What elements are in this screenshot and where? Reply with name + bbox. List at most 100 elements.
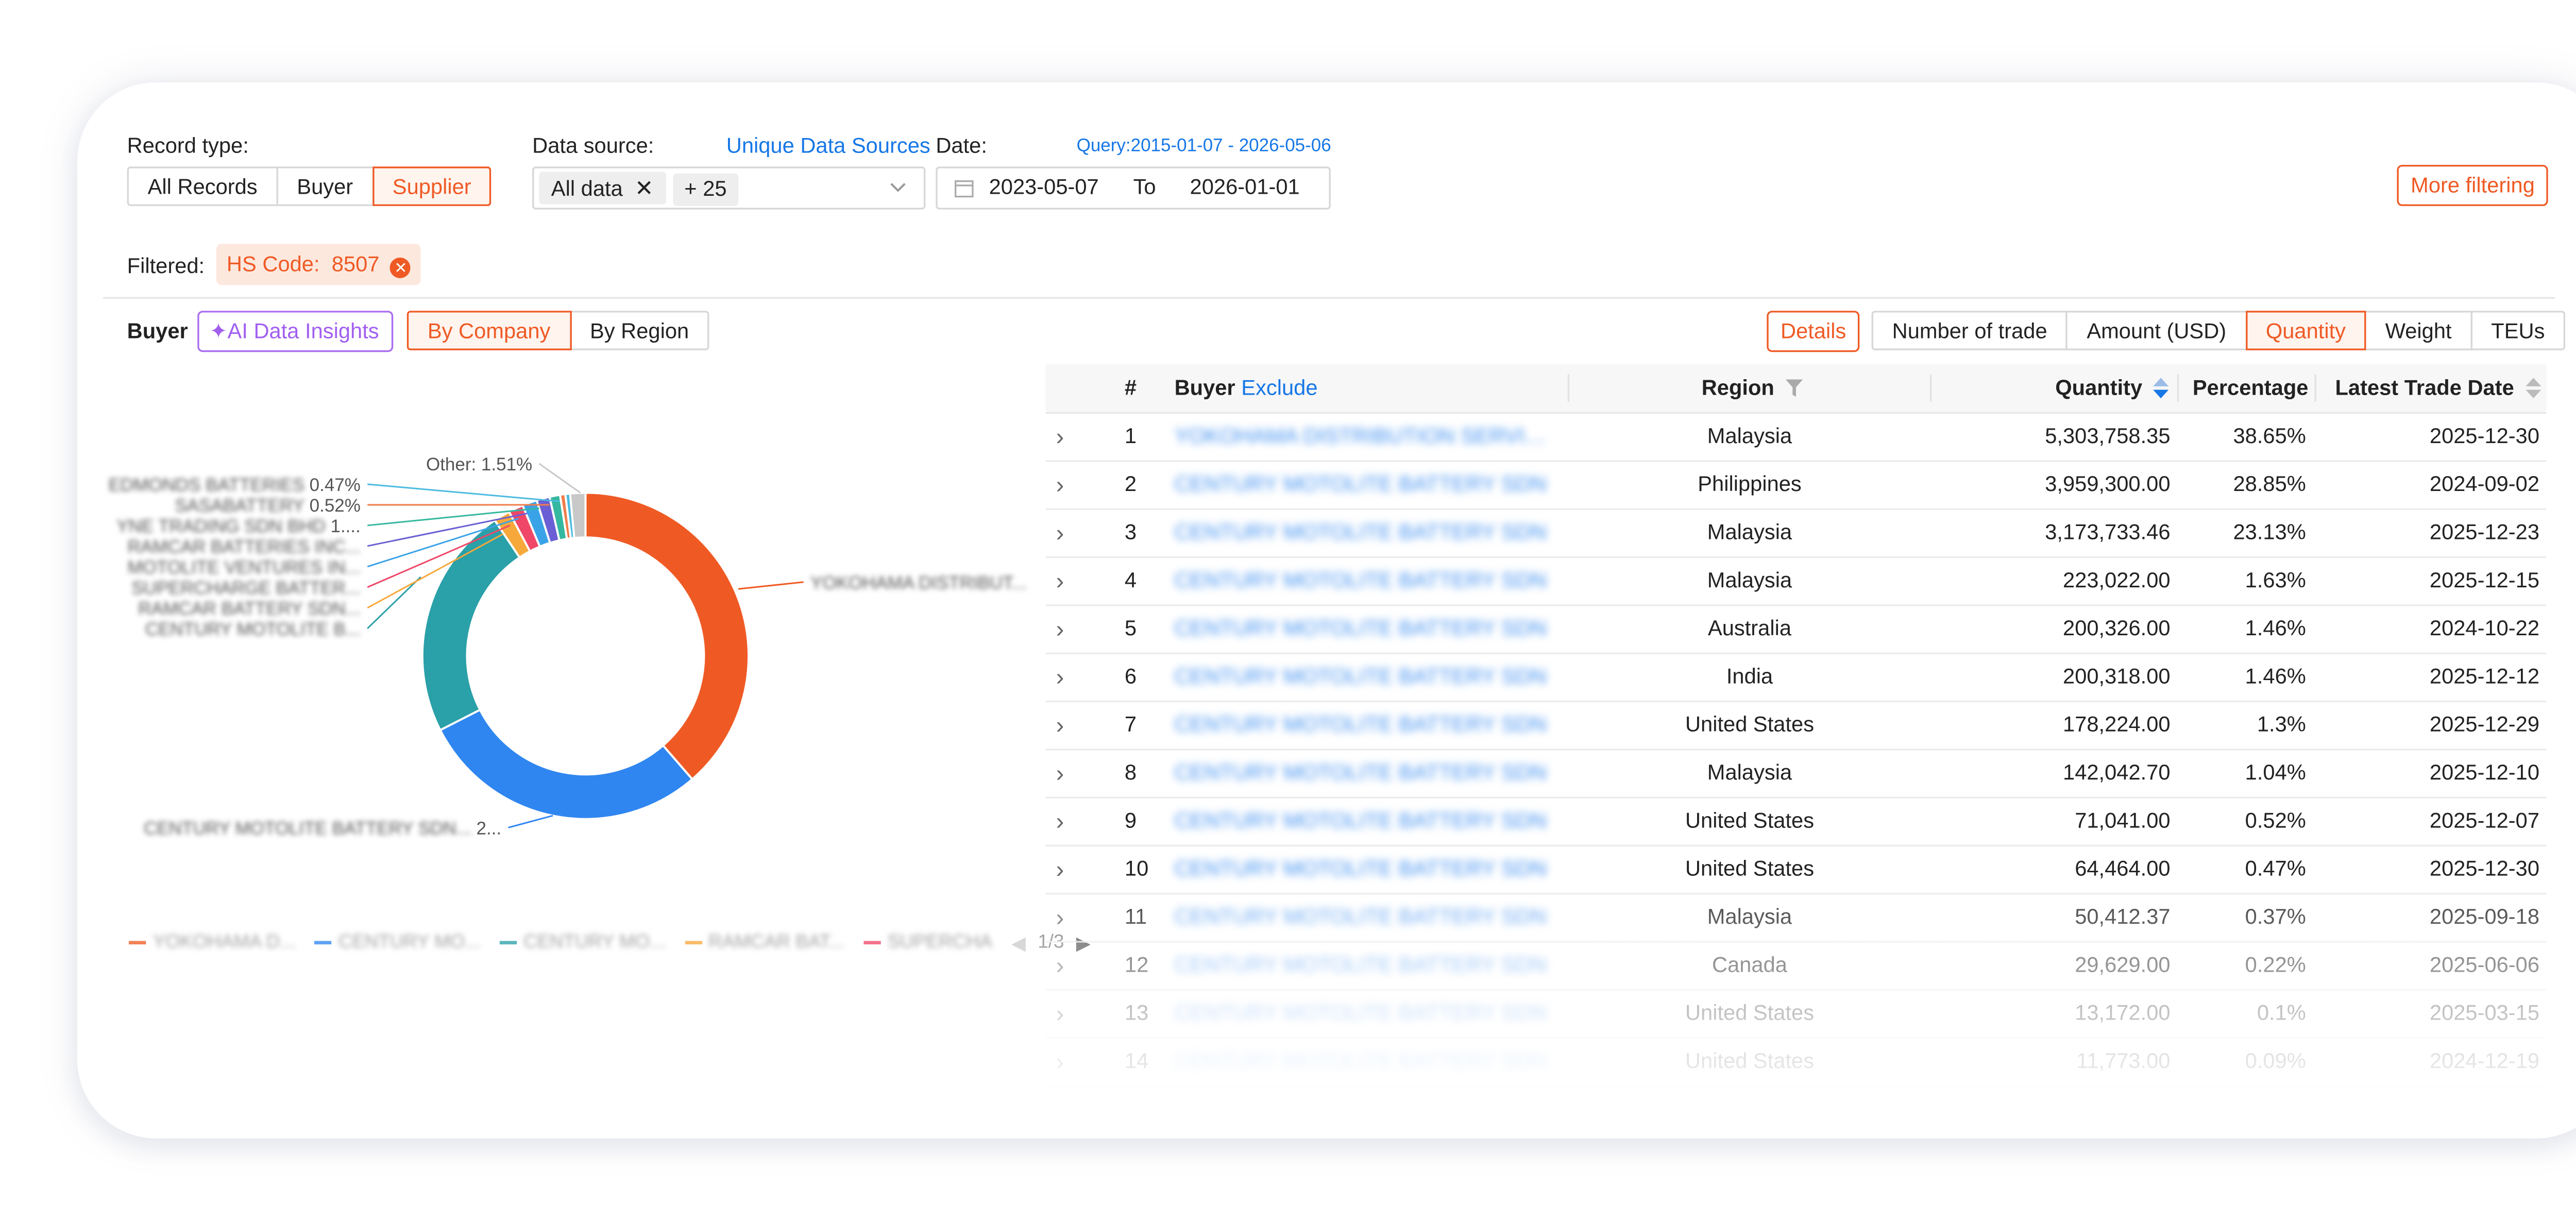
details-button[interactable]: Details [1767,311,1860,352]
row-buyer-link[interactable]: CENTURY MOTOLITE BATTERY SDN [1175,702,1552,749]
row-region: United States [1685,1049,1815,1073]
row-buyer-link[interactable]: CENTURY MOTOLITE BATTERY SDN [1175,606,1552,652]
table-row[interactable]: › 1 YOKOHAMA DISTRIBUTION SERVIC... Malaysi… [1045,414,2547,462]
legend-item[interactable]: CENTURY MO... [499,933,666,953]
row-latest-trade-date: 2025-06-06 [2429,953,2540,977]
row-latest-trade-date: 2025-12-23 [2429,520,2540,545]
row-buyer-link[interactable]: CENTURY MOTOLITE BATTERY SDN [1175,654,1552,701]
ai-data-insights-button[interactable]: ✦AI Data Insights [197,311,393,352]
callout-label: RAMCAR BATTERY SDN... [138,599,361,619]
header-latest-trade-date[interactable]: Latest Trade Date [2335,364,2541,412]
donut-slice[interactable] [584,492,750,781]
row-buyer-link[interactable]: CENTURY MOTOLITE BATTERY SDN [1175,510,1552,556]
tab-teus[interactable]: TEUs [2470,311,2566,350]
row-region: Australia [1707,616,1792,641]
sort-icon[interactable] [2153,378,2169,399]
legend-item[interactable]: CENTURY MO... [314,933,481,953]
table-row[interactable]: › 4 CENTURY MOTOLITE BATTERY SDN Malaysia 22… [1045,558,2547,606]
expand-chevron-icon[interactable]: › [1056,943,1064,989]
row-buyer-link[interactable]: CENTURY MOTOLITE BATTERY SDN [1175,1039,1552,1085]
table-row[interactable]: › 5 CENTURY MOTOLITE BATTERY SDN Australia 2… [1045,606,2547,654]
legend-prev-icon[interactable]: ◀ [1011,932,1026,954]
table-row[interactable]: › 10 CENTURY MOTOLITE BATTERY SDN United St… [1045,846,2547,895]
tab-weight[interactable]: Weight [2364,311,2472,350]
expand-chevron-icon[interactable]: › [1056,414,1064,460]
tab-amount-usd[interactable]: Amount (USD) [2066,311,2247,350]
row-quantity: 13,172.00 [2075,1001,2171,1025]
expand-chevron-icon[interactable]: › [1056,702,1064,749]
expand-chevron-icon[interactable]: › [1056,654,1064,701]
exclude-link[interactable]: Exclude [1241,376,1317,400]
table-row[interactable]: › 12 CENTURY MOTOLITE BATTERY SDN Canada 29,… [1045,943,2547,991]
expand-chevron-icon[interactable]: › [1056,846,1064,893]
row-latest-trade-date: 2024-12-19 [2429,1049,2540,1073]
data-source-label: Data source: [532,133,654,158]
legend-item[interactable]: RAMCAR BAT... [684,933,844,953]
row-quantity: 5,303,758.35 [2045,424,2171,448]
table-row[interactable]: › 2 CENTURY MOTOLITE BATTERY SDN Philippine… [1045,462,2547,510]
filtered-label: Filtered: [127,254,205,278]
expand-chevron-icon[interactable]: › [1056,558,1064,604]
table-row[interactable]: › 9 CENTURY MOTOLITE BATTERY SDN United Sta… [1045,799,2547,847]
row-buyer-link[interactable]: CENTURY MOTOLITE BATTERY SDN [1175,750,1552,797]
callout-label: CENTURY MOTOLITE B... [145,619,361,639]
callout-label: EDMONDS BATTERIES 0.47% [109,475,361,495]
record-type-label: Record type: [127,133,249,158]
header-quantity-label: Quantity [2055,376,2143,400]
expand-chevron-icon[interactable]: › [1056,462,1064,508]
tab-number-of-trade[interactable]: Number of trade [1871,311,2068,350]
date-from-input[interactable]: 2023-05-07 [989,168,1099,208]
filter-icon[interactable] [1785,379,1803,397]
tab-by-region[interactable]: By Region [569,311,710,350]
table-row[interactable]: › 8 CENTURY MOTOLITE BATTERY SDN Malaysia 14… [1045,750,2547,799]
table-header: # Buyer Exclude Region Quantity Percenta… [1045,364,2547,414]
table-row[interactable]: › 14 CENTURY MOTOLITE BATTERY SDN United St… [1045,1039,2547,1087]
more-filtering-button[interactable]: More filtering [2397,164,2549,206]
row-region: India [1726,664,1773,689]
row-region: Philippines [1698,472,1802,497]
tab-quantity[interactable]: Quantity [2245,311,2367,350]
legend-item[interactable]: SUPERCHA [863,933,992,953]
expand-chevron-icon[interactable]: › [1056,606,1064,652]
tab-by-company[interactable]: By Company [406,311,571,350]
expand-chevron-icon[interactable]: › [1056,510,1064,556]
row-percentage: 38.65% [2233,424,2306,448]
table-body: › 1 YOKOHAMA DISTRIBUTION SERVIC... Malaysi… [1045,414,2547,1087]
date-range-picker[interactable]: 2023-05-07 To 2026-01-01 [936,166,1331,210]
row-buyer-link[interactable]: CENTURY MOTOLITE BATTERY SDN [1175,462,1552,508]
remove-filter-icon[interactable]: ✕ [391,257,412,278]
row-buyer-link[interactable]: CENTURY MOTOLITE BATTERY SDN [1175,558,1552,604]
record-type-supplier[interactable]: Supplier [371,166,492,206]
expand-chevron-icon[interactable]: › [1056,991,1064,1037]
expand-chevron-icon[interactable]: › [1056,750,1064,797]
row-percentage: 23.13% [2233,520,2306,545]
expand-chevron-icon[interactable]: › [1056,1039,1064,1085]
row-buyer-link[interactable]: CENTURY MOTOLITE BATTERY SDN [1175,799,1552,845]
row-buyer-link[interactable]: CENTURY MOTOLITE BATTERY SDN [1175,991,1552,1037]
row-buyer-link[interactable]: CENTURY MOTOLITE BATTERY SDN [1175,943,1552,989]
table-row[interactable]: › 11 CENTURY MOTOLITE BATTERY SDN Malaysia 5… [1045,894,2547,943]
callout-name: SASABATTERY [175,496,304,516]
unique-data-sources-link[interactable]: Unique Data Sources [726,134,930,158]
record-type-all[interactable]: All Records [127,166,278,206]
filter-tag-value: 8507 [331,252,380,277]
data-source-select[interactable]: All data ✕ + 25 [532,166,926,210]
table-row[interactable]: › 13 CENTURY MOTOLITE BATTERY SDN United St… [1045,991,2547,1039]
date-to-input[interactable]: 2026-01-01 [1190,168,1300,208]
header-index: # [1124,376,1137,400]
chip-close-icon[interactable]: ✕ [635,175,653,201]
expand-chevron-icon[interactable]: › [1056,799,1064,845]
header-quantity[interactable]: Quantity [2055,364,2169,412]
row-buyer-link[interactable]: CENTURY MOTOLITE BATTERY SDN [1175,894,1552,941]
table-row[interactable]: › 7 CENTURY MOTOLITE BATTERY SDN United Sta… [1045,702,2547,751]
donut-slice[interactable] [438,708,694,820]
table-row[interactable]: › 3 CENTURY MOTOLITE BATTERY SDN Malaysia 3,… [1045,510,2547,558]
expand-chevron-icon[interactable]: › [1056,894,1064,941]
table-row[interactable]: › 6 CENTURY MOTOLITE BATTERY SDN India 200,3… [1045,654,2547,703]
header-buyer-label: Buyer [1174,376,1235,400]
legend-item[interactable]: YOKOHAMA D... [128,933,296,953]
sort-icon[interactable] [2525,378,2541,399]
row-buyer-link[interactable]: YOKOHAMA DISTRIBUTION SERVIC... [1175,414,1552,460]
record-type-buyer[interactable]: Buyer [276,166,374,206]
row-buyer-link[interactable]: CENTURY MOTOLITE BATTERY SDN [1175,846,1552,893]
